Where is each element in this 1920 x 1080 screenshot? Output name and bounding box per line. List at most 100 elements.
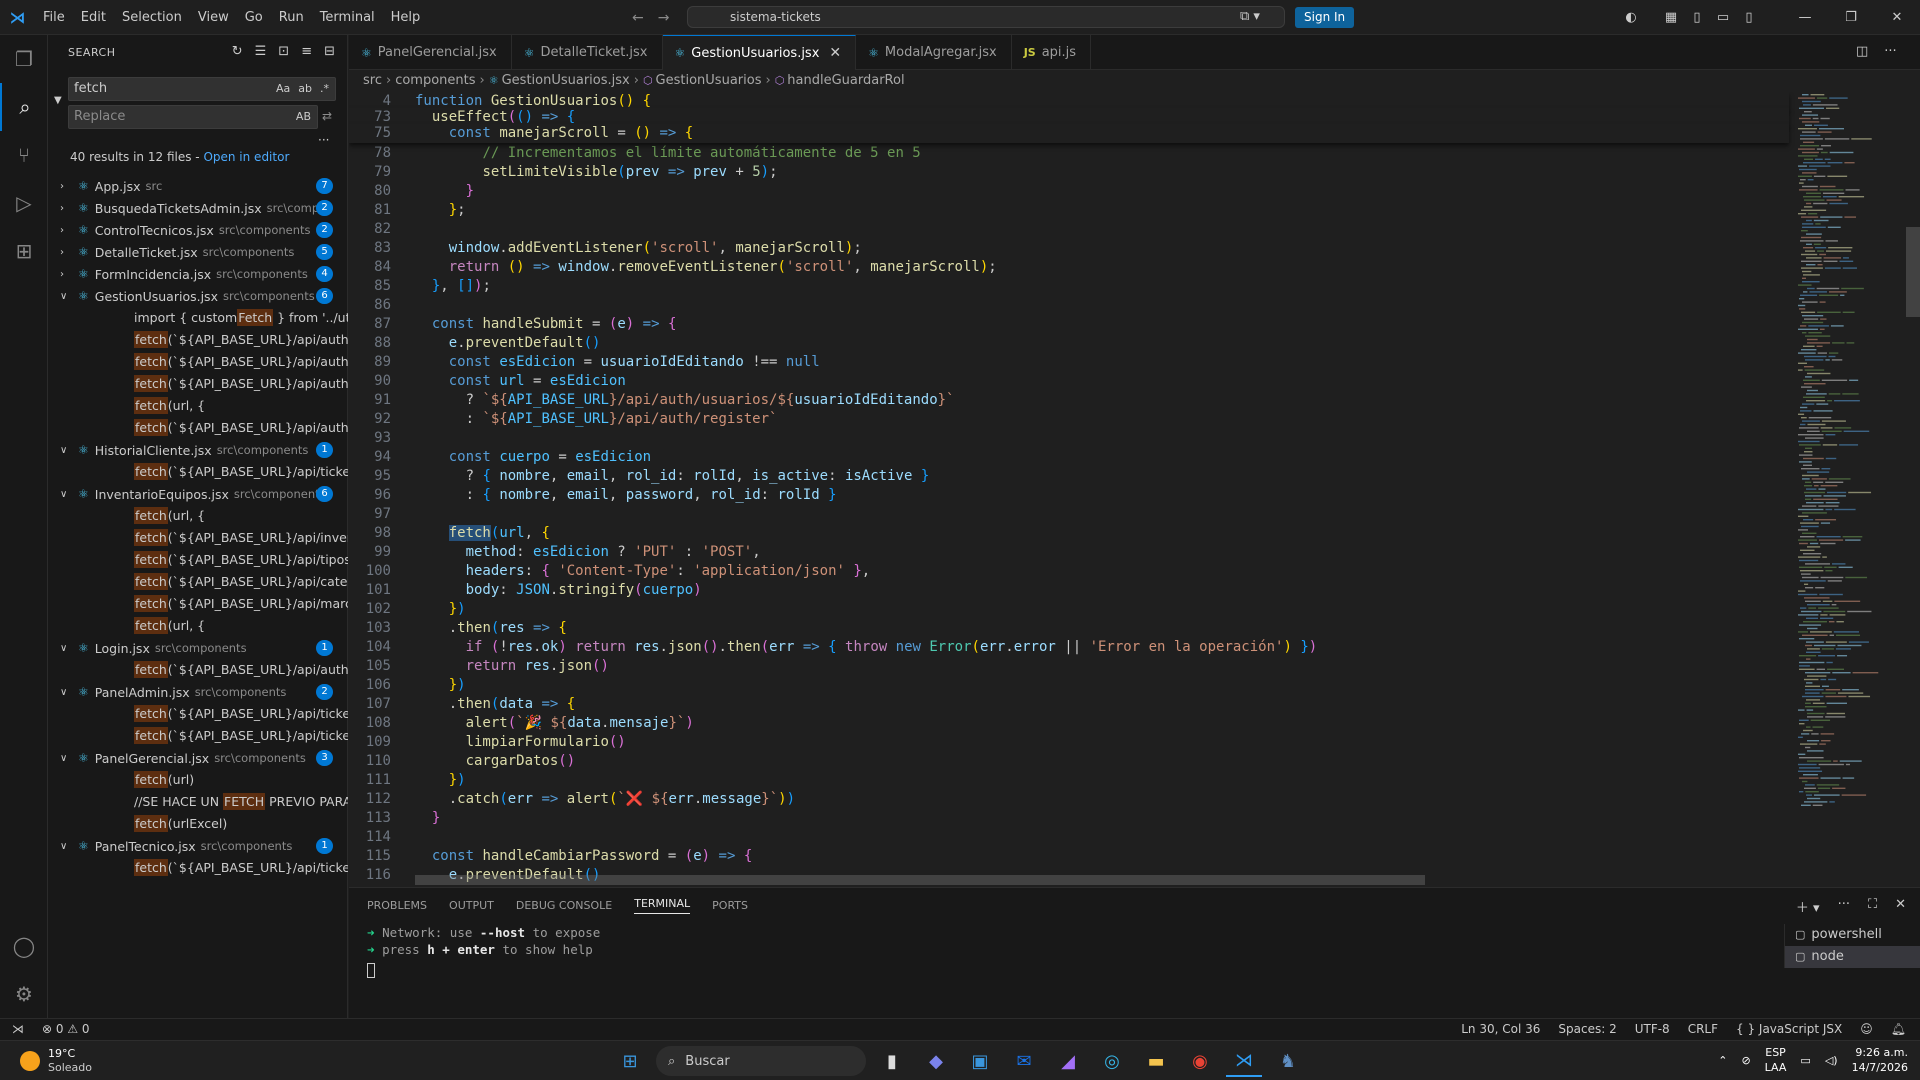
toggle-secondary-sidebar-icon[interactable]: ▯ <box>1736 10 1762 25</box>
encoding[interactable]: UTF-8 <box>1635 1022 1670 1036</box>
breadcrumb-item[interactable]: src <box>363 73 382 88</box>
toggle-panel-icon[interactable]: ▭ <box>1710 10 1736 25</box>
match-whole-word-toggle[interactable]: ab <box>298 78 312 100</box>
forward-arrow-icon[interactable]: → <box>658 10 670 26</box>
store-icon[interactable]: ▣ <box>962 1045 998 1077</box>
search-match-line[interactable]: fetch(`${API_BASE_URL}/api/tickets/tecni… <box>48 857 348 879</box>
run-debug-icon[interactable]: ▷ <box>0 179 48 227</box>
edge-icon[interactable]: ◎ <box>1094 1045 1130 1077</box>
search-match-line[interactable]: fetch(`${API_BASE_URL}/api/tickets/dashb… <box>48 725 348 747</box>
menu-item-selection[interactable]: Selection <box>114 0 190 35</box>
monitor-icon[interactable]: ▭ <box>1800 1054 1810 1067</box>
manage-gear-icon[interactable]: ⚙ <box>0 970 48 1018</box>
language-mode[interactable]: { } JavaScript JSX <box>1736 1022 1842 1036</box>
extensions-icon[interactable]: ⊞ <box>0 227 48 275</box>
more-actions-icon[interactable]: ··· <box>1884 44 1896 59</box>
indentation[interactable]: Spaces: 2 <box>1558 1022 1616 1036</box>
problems-status[interactable]: ⊗ 0 ⚠ 0 <box>42 1022 90 1036</box>
menu-item-terminal[interactable]: Terminal <box>312 0 383 35</box>
open-in-editor-link[interactable]: Open in editor <box>203 150 289 164</box>
chevron-down-icon[interactable]: ∨ <box>60 291 76 302</box>
search-result-file[interactable]: ∨ ⚛ PanelTecnico.jsx src\components 1 <box>48 835 348 857</box>
search-match-line[interactable]: fetch(`${API_BASE_URL}/api/auth/roles`, … <box>48 329 348 351</box>
search-match-line[interactable]: fetch(`${API_BASE_URL}/api/inventario`).… <box>48 527 348 549</box>
search-result-file[interactable]: ∨ ⚛ PanelGerencial.jsx src\components 3 <box>48 747 348 769</box>
network-icon[interactable]: ⊘ <box>1741 1054 1750 1067</box>
toggle-sidebar-icon[interactable]: ▯ <box>1684 10 1710 25</box>
search-match-line[interactable]: import { customFetch } from '../utils/ap… <box>48 307 348 329</box>
copilot-status-icon[interactable]: ◐ <box>1618 10 1644 25</box>
minimap[interactable] <box>1794 92 1902 887</box>
clock[interactable]: 9:26 a.m. 14/7/2026 <box>1852 1045 1908 1075</box>
volume-icon[interactable]: ◁) <box>1825 1054 1838 1067</box>
terminal-instance[interactable]: ▢ powershell <box>1785 924 1920 946</box>
search-match-line[interactable]: fetch(urlExcel) <box>48 813 348 835</box>
file-explorer-icon[interactable]: ▬ <box>1138 1045 1174 1077</box>
chevron-right-icon[interactable]: › <box>60 247 76 258</box>
postgres-icon[interactable]: ♞ <box>1270 1045 1306 1077</box>
chevron-down-icon[interactable]: ∨ <box>60 687 76 698</box>
search-result-file[interactable]: › ⚛ FormIncidencia.jsx src\components 4 <box>48 263 348 285</box>
search-match-line[interactable]: fetch(`${API_BASE_URL}/api/tickets/dashb… <box>48 703 348 725</box>
search-result-file[interactable]: › ⚛ ControlTecnicos.jsx src\components 2 <box>48 219 348 241</box>
view-as-tree-icon[interactable]: ≡ <box>301 44 312 59</box>
search-result-file[interactable]: ∨ ⚛ PanelAdmin.jsx src\components 2 <box>48 681 348 703</box>
account-icon[interactable]: ◯ <box>0 922 48 970</box>
explorer-icon[interactable]: ❐ <box>0 35 48 83</box>
menu-item-edit[interactable]: Edit <box>73 0 114 35</box>
chrome-icon[interactable]: ◉ <box>1182 1045 1218 1077</box>
menu-item-view[interactable]: View <box>190 0 237 35</box>
terminal-output[interactable]: ➜ Network: use --host to expose ➜ press h… <box>367 924 600 982</box>
refresh-icon[interactable]: ↻ <box>232 44 243 59</box>
toggle-replace-chevron-icon[interactable]: ▼ <box>54 95 62 106</box>
close-tab-icon[interactable]: ✕ <box>829 45 841 61</box>
line-ending[interactable]: CRLF <box>1688 1022 1718 1036</box>
minimize-icon[interactable]: — <box>1782 10 1828 25</box>
horizontal-scrollbar[interactable] <box>415 875 1425 885</box>
vscode-taskbar-icon[interactable]: ⋊ <box>1226 1045 1262 1077</box>
teams-icon[interactable]: ◆ <box>918 1045 954 1077</box>
remote-icon[interactable]: ⋊ <box>12 1022 24 1036</box>
editor-tab[interactable]: ⚛ ModalAgregar.jsx <box>856 35 1012 70</box>
customize-layout-icon[interactable]: ▦ <box>1658 10 1684 25</box>
search-match-line[interactable]: fetch(url) <box>48 769 348 791</box>
weather-widget[interactable]: 19°C Soleado <box>20 1047 92 1075</box>
outlook-icon[interactable]: ✉ <box>1006 1045 1042 1077</box>
source-control-icon[interactable]: ⑂ <box>0 131 48 179</box>
search-match-line[interactable]: fetch(`${API_BASE_URL}/api/auth/roles`).… <box>48 373 348 395</box>
menu-item-run[interactable]: Run <box>271 0 312 35</box>
search-match-line[interactable]: fetch(url, { <box>48 395 348 417</box>
search-match-line[interactable]: fetch(`${API_BASE_URL}/api/tickets/clien… <box>48 461 348 483</box>
menu-item-help[interactable]: Help <box>383 0 429 35</box>
search-match-line[interactable]: fetch(`${API_BASE_URL}/api/auth/login`, … <box>48 659 348 681</box>
maximize-panel-icon[interactable]: ⛶ <box>1868 897 1877 916</box>
taskbar-search[interactable]: ⌕ Buscar <box>656 1046 866 1076</box>
editor-tab[interactable]: ⚛ PanelGerencial.jsx <box>349 35 512 70</box>
search-match-line[interactable]: fetch(`${API_BASE_URL}/api/tipos-equipos… <box>48 549 348 571</box>
editor-tab[interactable]: JS api.js <box>1012 35 1092 70</box>
restore-icon[interactable]: ❐ <box>1828 10 1874 25</box>
copilot-icon[interactable]: ⧉ ▾ <box>1240 9 1260 24</box>
vertical-scrollbar[interactable] <box>1906 227 1920 317</box>
chevron-down-icon[interactable]: ∨ <box>60 489 76 500</box>
search-match-line[interactable]: fetch(`${API_BASE_URL}/api/auth/usuarios… <box>48 417 348 439</box>
menu-item-file[interactable]: File <box>35 0 73 35</box>
clear-results-icon[interactable]: ☰ <box>255 44 267 59</box>
replace-all-icon[interactable]: ⇄ <box>322 109 332 123</box>
input-language[interactable]: ESP LAA <box>1765 1045 1787 1075</box>
panel-tab-terminal[interactable]: TERMINAL <box>634 897 691 914</box>
search-result-file[interactable]: › ⚛ App.jsx src 7 <box>48 175 348 197</box>
search-result-file[interactable]: › ⚛ DetalleTicket.jsx src\components 5 <box>48 241 348 263</box>
command-center-search[interactable]: sistema-tickets <box>687 6 1285 28</box>
chevron-right-icon[interactable]: › <box>60 181 76 192</box>
visual-studio-icon[interactable]: ◢ <box>1050 1045 1086 1077</box>
editor-tab[interactable]: ⚛ GestionUsuarios.jsx ✕ <box>662 35 857 70</box>
copilot-status-icon[interactable]: ☺ <box>1860 1022 1873 1036</box>
breadcrumb-item[interactable]: components <box>395 73 475 88</box>
search-input[interactable]: fetch Aa ab .* <box>68 77 336 101</box>
notifications-bell-icon[interactable]: 🔔︎ <box>1891 1022 1906 1036</box>
search-result-file[interactable]: › ⚛ BusquedaTicketsAdmin.jsx src\comp... 2 <box>48 197 348 219</box>
tray-chevron-icon[interactable]: ⌃ <box>1718 1054 1727 1067</box>
search-match-line[interactable]: fetch(url, { <box>48 505 348 527</box>
breadcrumb-item[interactable]: GestionUsuarios.jsx <box>502 73 630 88</box>
